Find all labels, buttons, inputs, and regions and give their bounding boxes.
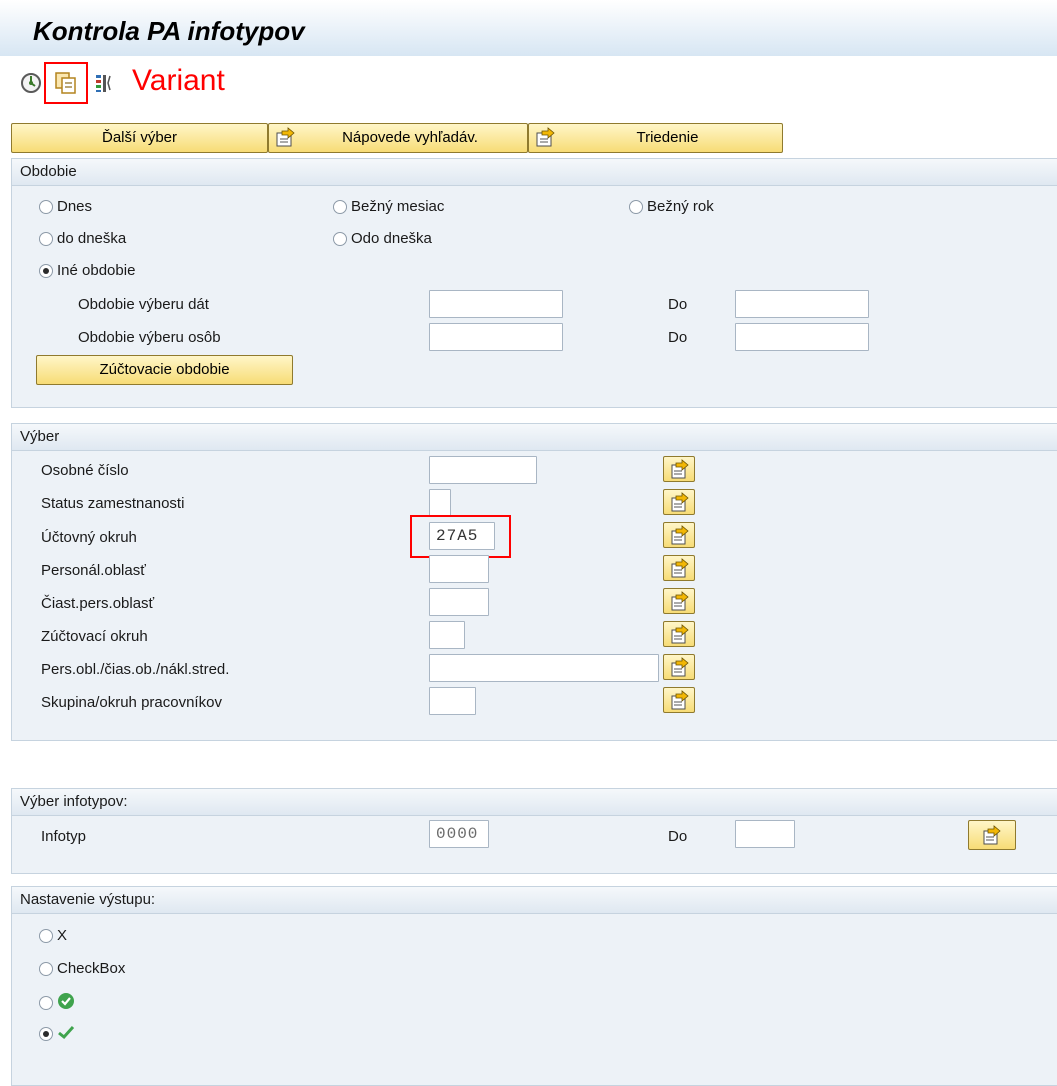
org-assignment-field[interactable] [429,654,659,682]
personnel-area-label: Personál.oblasť [41,562,146,579]
radio-from-today[interactable]: Odo dneška [333,230,432,247]
title-bar: Kontrola PA infotypov [0,0,1057,56]
more-selection-button[interactable]: Ďalší výber [11,123,268,153]
personnel-subarea-field[interactable] [429,588,489,616]
period-group-title: Obdobie [20,163,77,180]
green-checkmark-icon [57,1024,75,1044]
multiple-selection-arrow-icon [274,127,296,149]
multiple-selection-button[interactable] [663,687,695,713]
infotype-from-field[interactable]: 0000 [429,820,489,848]
data-selection-period-label: Obdobie výberu dát [78,296,209,313]
data-selection-to-label: Do [668,296,688,313]
employee-group-field[interactable] [429,687,476,715]
personnel-subarea-label: Čiast.pers.oblasť [41,595,155,612]
data-selection-to-field[interactable] [735,290,869,318]
radio-today-label: Dnes [57,198,93,215]
output-option-x[interactable]: X [39,927,67,944]
output-option-x-label: X [57,927,68,944]
data-selection-from-field[interactable] [429,290,563,318]
multiple-selection-button[interactable] [663,654,695,680]
radio-dot[interactable] [39,199,53,214]
infotype-selection-group-header: Výber infotypov: [12,789,1057,816]
execute-icon[interactable] [20,72,42,98]
selection-options-icon[interactable] [94,72,118,98]
infotype-selection-group: Výber infotypov: [11,788,1057,874]
output-option-checkbox[interactable]: CheckBox [39,960,125,977]
radio-dot[interactable] [629,199,643,214]
company-code-highlight-box [410,515,511,558]
infotype-label: Infotyp [41,828,87,845]
radio-up-to-today[interactable]: do dneška [39,230,126,247]
person-selection-to-field[interactable] [735,323,869,351]
search-help-button[interactable]: Nápovede vyhľadáv. [268,123,528,153]
selection-group-title: Výber [20,428,60,445]
employee-group-label: Skupina/okruh pracovníkov [41,694,222,711]
radio-dot[interactable] [39,231,53,246]
radio-current-year-label: Bežný rok [647,198,714,215]
infotype-to-field[interactable] [735,820,795,848]
radio-other-period[interactable]: Iné obdobie [39,262,135,279]
output-settings-group-header: Nastavenie výstupu: [12,887,1057,914]
radio-dot-selected[interactable] [39,263,53,278]
radio-current-month[interactable]: Bežný mesiac [333,198,444,215]
payroll-area-field[interactable] [429,621,465,649]
personnel-area-field[interactable] [429,555,489,583]
radio-dot[interactable] [39,928,53,943]
radio-up-to-today-label: do dneška [57,230,127,247]
radio-dot[interactable] [333,231,347,246]
green-check-circle-icon [57,992,75,1014]
radio-dot[interactable] [39,996,53,1010]
multiple-selection-button[interactable] [663,456,695,482]
person-selection-to-label: Do [668,329,688,346]
personnel-number-label: Osobné číslo [41,462,129,479]
employment-status-label: Status zamestnanosti [41,495,185,512]
radio-other-period-label: Iné obdobie [57,262,136,279]
radio-dot[interactable] [39,961,53,976]
variant-label: Variant [132,64,225,97]
multiple-selection-button[interactable] [663,621,695,647]
company-code-label: Účtovný okruh [41,529,137,546]
radio-dot[interactable] [333,199,347,214]
page-title: Kontrola PA infotypov [33,16,305,46]
payroll-area-label: Zúčtovací okruh [41,628,148,645]
infotype-selection-group-title: Výber infotypov: [20,793,128,810]
person-selection-period-label: Obdobie výberu osôb [78,329,221,346]
radio-from-today-label: Odo dneška [351,230,432,247]
infotype-to-label: Do [668,828,688,845]
radio-today[interactable]: Dnes [39,198,92,215]
period-group-header: Obdobie [12,159,1057,186]
multiple-selection-arrow-icon [534,127,556,149]
output-option-check-circle[interactable] [39,992,75,1014]
search-help-label: Nápovede vyhľadáv. [342,129,478,146]
selection-group-header: Výber [12,424,1057,451]
multiple-selection-button[interactable] [663,555,695,581]
payroll-period-button[interactable]: Zúčtovacie obdobie [36,355,293,385]
radio-dot-selected[interactable] [39,1027,53,1041]
personnel-number-field[interactable] [429,456,537,484]
radio-current-year[interactable]: Bežný rok [629,198,714,215]
org-assignment-label: Pers.obl./čias.ob./nákl.stred. [41,661,230,678]
sort-label: Triedenie [636,129,699,146]
output-option-checkbox-label: CheckBox [57,960,126,977]
output-settings-group: Nastavenie výstupu: [11,886,1057,1086]
person-selection-from-field[interactable] [429,323,563,351]
radio-current-month-label: Bežný mesiac [351,198,445,215]
employment-status-field[interactable] [429,489,451,517]
multiple-selection-button[interactable] [663,522,695,548]
multiple-selection-button[interactable] [663,588,695,614]
variant-highlight-box [44,62,88,104]
output-settings-group-title: Nastavenie výstupu: [20,891,156,908]
sort-button[interactable]: Triedenie [528,123,783,153]
multiple-selection-button[interactable] [663,489,695,515]
infotype-multiple-selection-button[interactable] [968,820,1016,850]
output-option-checkmark[interactable] [39,1024,75,1044]
